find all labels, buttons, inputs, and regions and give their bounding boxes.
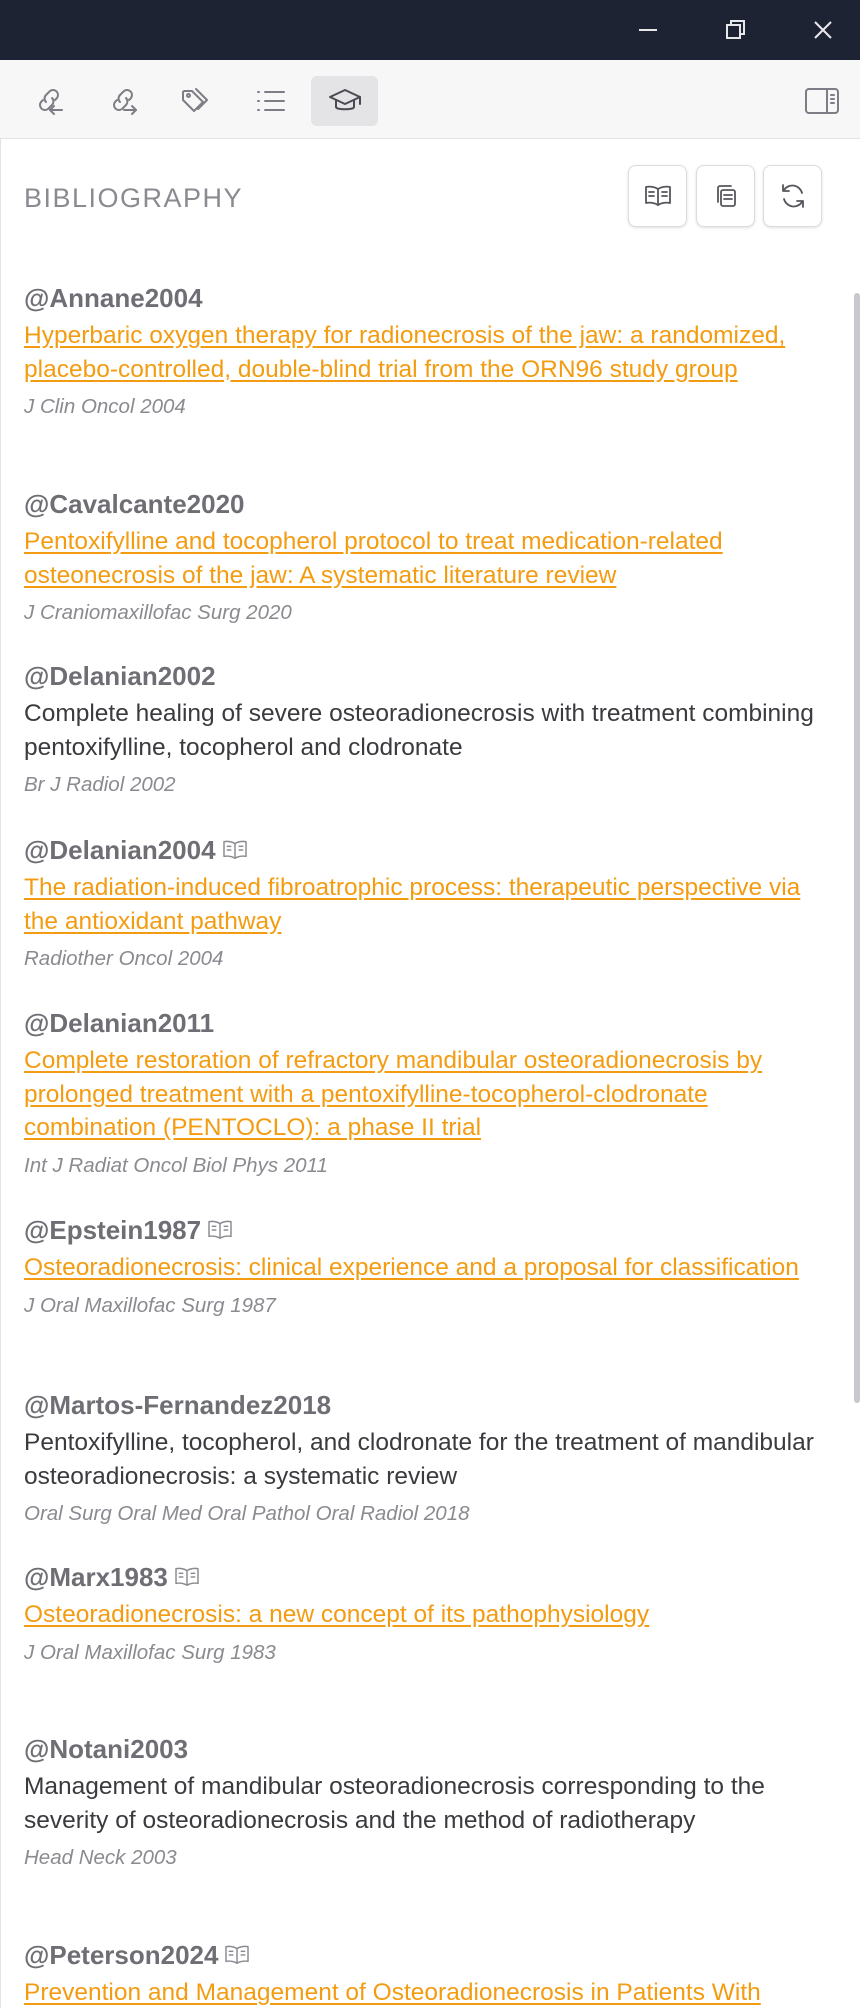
citekey[interactable]: @Marx1983 (24, 1560, 824, 1594)
entry-journal: J Oral Maxillofac Surg 1987 (24, 1293, 276, 1317)
copy-bibliography-button[interactable] (696, 165, 755, 227)
book-icon[interactable] (207, 1219, 233, 1241)
bibliography-entry: @Epstein1987 Osteoradionecrosis: clinical… (24, 1213, 824, 1319)
entry-title-link[interactable]: Osteoradionecrosis: clinical experience … (24, 1251, 824, 1285)
citekey[interactable]: @Epstein1987 (24, 1213, 824, 1247)
entry-journal: Oral Surg Oral Med Oral Pathol Oral Radi… (24, 1502, 470, 1525)
entry-title: Pentoxifylline, tocopherol, and clodrona… (24, 1429, 814, 1490)
citekey[interactable]: @Delanian2004 (24, 833, 824, 867)
scrollbar[interactable] (852, 139, 860, 2008)
bibliography-button[interactable] (311, 76, 378, 126)
restore-icon (726, 20, 745, 39)
bibliography-entry: @Annane2004 Hyperbaric oxygen therapy for… (24, 281, 824, 420)
book-icon[interactable] (224, 1944, 250, 1966)
outgoing-links-button[interactable] (89, 76, 156, 126)
bibliography-entry: @Delanian2004 The radiation-induced fibro… (24, 833, 824, 972)
citekey[interactable]: @Martos-Fernandez2018 (24, 1388, 824, 1422)
refresh-icon (781, 184, 804, 208)
entry-title-link[interactable]: The radiation-induced fibroatrophic proc… (24, 871, 824, 938)
book-icon[interactable] (222, 839, 248, 861)
bibliography-entry: @Martos-Fernandez2018 Pentoxifylline, toc… (24, 1388, 824, 1527)
backlinks-button[interactable] (15, 76, 82, 126)
book-icon[interactable] (174, 1566, 200, 1588)
copy-icon (716, 185, 736, 207)
bibliography-entry: @Cavalcante2020 Pentoxifylline and tocoph… (24, 487, 824, 626)
entry-journal: J Clin Oncol 2004 (24, 395, 186, 418)
entry-title-link[interactable]: Hyperbaric oxygen therapy for radionecro… (24, 319, 824, 386)
citekey[interactable]: @Cavalcante2020 (24, 487, 824, 521)
tags-button[interactable] (163, 76, 230, 126)
view-toolbar (0, 60, 860, 139)
bibliography-entry: @Delanian2011 Complete restoration of ref… (24, 1006, 824, 1179)
scrollbar-thumb[interactable] (854, 293, 860, 1403)
close-icon (814, 21, 832, 39)
backlinks-icon (38, 89, 63, 115)
close-button[interactable] (793, 0, 853, 60)
outline-button[interactable] (237, 76, 304, 126)
entry-title: Management of mandibular osteoradionecro… (24, 1773, 765, 1834)
bibliography-pane: BIBLIOGRAPHY @Annane2004 Hyperbaric oxyge… (0, 139, 860, 2008)
outline-list-icon (256, 91, 285, 111)
citekey[interactable]: @Delanian2011 (24, 1006, 824, 1040)
bibliography-entry: @Peterson2024 Prevention and Management o… (24, 1938, 824, 2008)
outgoing-links-icon (112, 89, 137, 115)
entry-title-link[interactable]: Pentoxifylline and tocopherol protocol t… (24, 525, 824, 592)
open-book-icon (644, 185, 671, 206)
graduation-cap-icon (328, 89, 361, 111)
citekey[interactable]: @Notani2003 (24, 1732, 824, 1766)
refresh-bibliography-button[interactable] (763, 165, 822, 227)
restore-button[interactable] (705, 0, 765, 60)
entry-journal: Br J Radiol 2002 (24, 773, 176, 796)
entry-journal: Radiother Oncol 2004 (24, 947, 224, 970)
entry-journal: J Oral Maxillofac Surg 1983 (24, 1640, 276, 1664)
entry-title-link[interactable]: Prevention and Management of Osteoradion… (24, 1976, 824, 2008)
bibliography-title: BIBLIOGRAPHY (24, 183, 244, 213)
entry-journal: J Craniomaxillofac Surg 2020 (24, 601, 292, 624)
sidebar-toggle-icon (804, 88, 839, 114)
tags-icon (181, 88, 208, 112)
bibliography-entry: @Notani2003 Management of mandibular oste… (24, 1732, 824, 1871)
bibliography-entry: @Marx1983 Osteoradionecrosis: a new conce… (24, 1560, 824, 1666)
bibliography-entry: @Delanian2002 Complete healing of severe … (24, 659, 824, 798)
minimize-button[interactable] (618, 0, 678, 60)
entry-title-link[interactable]: Osteoradionecrosis: a new concept of its… (24, 1598, 824, 1632)
minimize-icon (639, 29, 657, 31)
entry-journal: Int J Radiat Oncol Biol Phys 2011 (24, 1153, 328, 1177)
open-literature-note-button[interactable] (628, 165, 687, 227)
entry-title-link[interactable]: Complete restoration of refractory mandi… (24, 1044, 824, 1145)
entry-title: Complete healing of severe osteoradionec… (24, 700, 814, 761)
entry-journal: Head Neck 2003 (24, 1846, 177, 1869)
citekey[interactable]: @Annane2004 (24, 281, 824, 315)
citekey[interactable]: @Peterson2024 (24, 1938, 824, 1972)
sidebar-toggle-button[interactable] (788, 76, 855, 126)
window-titlebar (0, 0, 860, 60)
citekey[interactable]: @Delanian2002 (24, 659, 824, 693)
